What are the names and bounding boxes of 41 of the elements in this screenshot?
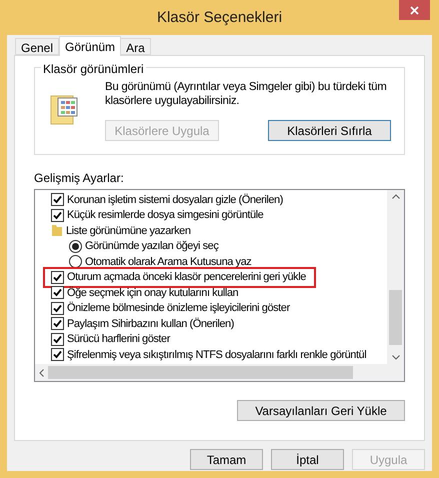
tab[interactable]: Ara — [120, 38, 151, 55]
option-label: Oturum açmada önceki klasör pencerelerini geri yükle — [67, 270, 306, 285]
close-button[interactable] — [399, 0, 430, 20]
option-label: Paylaşım Sihirbazını kullan (Önerilen) — [67, 316, 234, 332]
vertical-scrollbar[interactable] — [387, 190, 404, 364]
checkbox[interactable] — [51, 332, 64, 346]
option-label: Öğe seçmek için onay kutularını kullan — [67, 286, 238, 300]
option-label: Liste görünümüne yazarken — [66, 224, 190, 238]
checkbox[interactable] — [51, 348, 64, 362]
checkbox[interactable] — [51, 302, 64, 315]
dialog-button[interactable]: Tamam — [190, 449, 263, 470]
dialog-button[interactable]: İptal — [271, 449, 344, 470]
radio-button[interactable] — [69, 255, 82, 268]
window-title: Klasör Seçenekleri — [156, 8, 282, 28]
section-label: Gelişmiş Ayarlar: — [34, 170, 125, 187]
folder-icon — [51, 224, 63, 238]
option-label: Sürücü harflerini göster — [67, 332, 170, 347]
checkbox[interactable] — [51, 208, 64, 222]
scrollbar-thumb[interactable] — [48, 366, 353, 379]
option-label: Otomatik olarak Arama Kutusuna yaz — [85, 254, 252, 270]
checkbox[interactable] — [51, 193, 64, 206]
option-label: Şifrelenmiş veya sıkıştırılmış NTFS dosyalarını farklı renkle görüntül — [67, 348, 366, 362]
scrollbar-thumb[interactable] — [389, 290, 402, 344]
option-label: Küçük resimlerde dosya simgesini görüntüle — [67, 208, 264, 223]
checkbox[interactable] — [51, 317, 64, 330]
scroll-left-icon[interactable] — [39, 368, 44, 376]
dialog-button[interactable]: Klasörleri Sıfırla — [268, 120, 391, 141]
radio-button[interactable] — [69, 240, 82, 253]
checkbox[interactable] — [51, 270, 64, 284]
checkbox[interactable] — [51, 286, 64, 300]
option-label: Korunan işletim sistemi dosyaları gizle (Önerilen) — [67, 192, 283, 208]
restore-defaults-button[interactable]: Varsayılanları Geri Yükle — [237, 400, 405, 421]
option-label: Görünümde yazılan öğeyi seç — [85, 239, 218, 254]
scroll-up-icon[interactable] — [392, 194, 400, 199]
option-label: Önizleme bölmesinde önizleme işleyicilerini göster — [67, 300, 290, 316]
horizontal-scrollbar[interactable] — [35, 364, 404, 381]
tab[interactable]: Genel — [15, 38, 60, 55]
description: Bu görünümü (Ayrıntılar veya Simgeler gibi) bu türdeki tüm klasörlere uygulayabilirsiniz. — [105, 80, 388, 108]
close-icon — [410, 6, 419, 14]
tab[interactable]: Görünüm — [59, 36, 122, 56]
scroll-down-icon[interactable] — [392, 355, 400, 360]
